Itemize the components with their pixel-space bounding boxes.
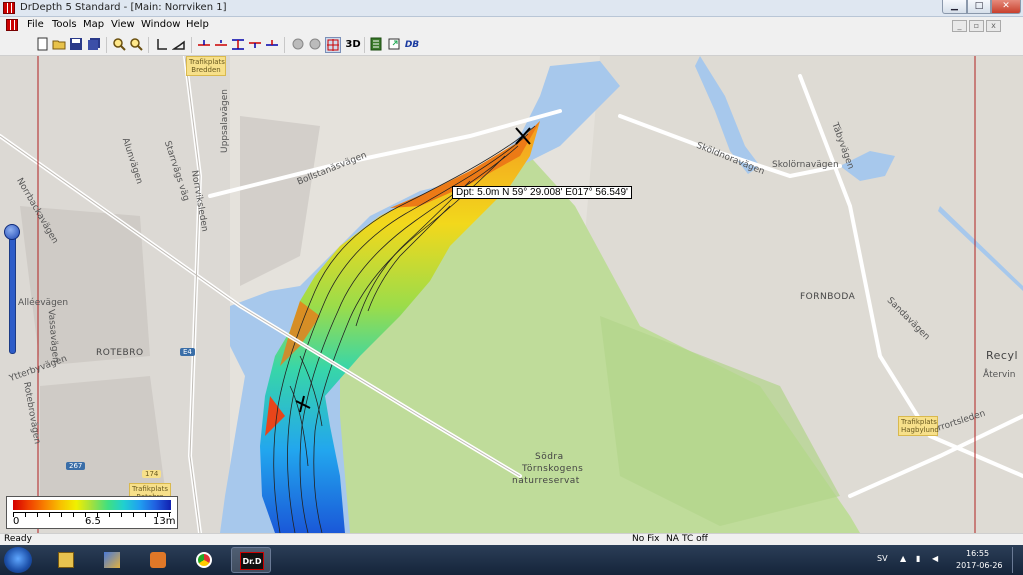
paint-icon[interactable] [92, 547, 132, 573]
globe-alt-icon[interactable] [307, 37, 323, 53]
toolbar: 3D DB [0, 34, 1023, 56]
start-button[interactable] [4, 547, 32, 573]
toolbar-separator [148, 37, 149, 53]
minimize-button[interactable]: ▁ [942, 0, 967, 14]
street-label: Uppsalavägen [220, 88, 231, 154]
network-icon[interactable]: ▮ [916, 554, 920, 563]
toolbar-separator [284, 37, 285, 53]
track-blue-icon[interactable] [264, 37, 280, 53]
new-icon[interactable] [34, 37, 50, 53]
tray-arrow-icon[interactable]: ▲ [900, 554, 906, 563]
menu-tools[interactable]: Tools [52, 19, 77, 30]
export-icon[interactable] [386, 37, 402, 53]
zoom-in-icon[interactable] [111, 37, 127, 53]
menu-window[interactable]: Window [141, 19, 180, 30]
place-label: Södra [535, 452, 564, 462]
interchange-sign: Trafikplats Hagbylund [898, 416, 939, 436]
place-label: FORNBODA [800, 292, 856, 302]
window-title: DrDepth 5 Standard - [Main: Norrviken 1] [20, 2, 227, 13]
ruler-icon[interactable] [154, 37, 170, 53]
track-down-icon[interactable] [247, 37, 263, 53]
mdi-minimize-button[interactable]: _ [952, 20, 967, 32]
zoom-out-icon[interactable] [128, 37, 144, 53]
menu-file[interactable]: File [27, 19, 44, 30]
clock-date[interactable]: 2017-06-26 [956, 561, 1003, 570]
menu-map[interactable]: Map [83, 19, 104, 30]
save-icon[interactable] [68, 37, 84, 53]
status-bar: Ready No Fix NA TC off [0, 533, 1023, 545]
street-label: Återvin [983, 370, 1016, 380]
area-icon[interactable] [171, 37, 187, 53]
table-icon[interactable] [368, 37, 384, 53]
track-up-icon[interactable] [213, 37, 229, 53]
menu-view[interactable]: View [111, 19, 135, 30]
route-shield: E4 [180, 348, 195, 356]
zoom-slider-track[interactable] [9, 236, 16, 354]
taskbar: Dr.D SV ▲ ▮ ◀ 16:55 2017-06-26 [0, 545, 1023, 575]
track-span-icon[interactable] [230, 37, 246, 53]
depth-legend: 0 6.5 13m [6, 496, 178, 529]
depth-readout-tooltip: Dpt: 5.0m N 59° 29.008' E017° 56.549' [452, 186, 632, 199]
toolbar-separator [191, 37, 192, 53]
save-all-icon[interactable] [86, 37, 102, 53]
menu-help[interactable]: Help [186, 19, 209, 30]
track-red-icon[interactable] [196, 37, 212, 53]
depth-color-scale [13, 500, 171, 510]
toolbar-separator [106, 37, 107, 53]
chrome-icon[interactable] [184, 547, 224, 573]
system-tray: SV ▲ ▮ ◀ 16:55 2017-06-26 [872, 545, 1023, 575]
status-na: NA [666, 534, 679, 544]
show-desktop-button[interactable] [1012, 547, 1022, 573]
place-label: Törnskogens [522, 464, 584, 474]
street-label: Skolörnavägen [772, 160, 839, 170]
windows-explorer-icon[interactable] [46, 547, 86, 573]
legend-max-label: 13m [153, 516, 176, 527]
application-window: DrDepth 5 Standard - [Main: Norrviken 1]… [0, 0, 1023, 575]
toolbar-separator [364, 37, 365, 53]
menu-bar: File Tools Map View Window Help [0, 17, 1023, 34]
grid-icon[interactable] [325, 37, 341, 53]
close-button[interactable]: ✕ [991, 0, 1021, 14]
legend-min-label: 0 [13, 516, 20, 527]
database-icon[interactable]: DB [404, 37, 420, 53]
street-label: Alléevägen [18, 298, 69, 308]
globe-icon[interactable] [290, 37, 306, 53]
app-icon[interactable] [3, 2, 15, 14]
status-gps-fix: No Fix [632, 534, 660, 544]
map-canvas [0, 56, 1023, 533]
volume-icon[interactable]: ◀ [932, 554, 938, 563]
title-bar[interactable]: DrDepth 5 Standard - [Main: Norrviken 1]… [0, 0, 1023, 17]
interchange-sign: Trafikplats Bredden [186, 56, 226, 76]
clock-time[interactable]: 16:55 [966, 549, 989, 558]
document-icon[interactable] [6, 19, 18, 31]
map-view[interactable]: Uppsalavägen Bollstanäsvägen Sköldnoravä… [0, 56, 1023, 533]
place-label: naturreservat [512, 476, 580, 486]
drdepth-label: Dr.D [240, 552, 264, 570]
mdi-close-button[interactable]: x [986, 20, 1001, 32]
place-label: ROTEBRO [96, 348, 144, 358]
status-tc: TC off [682, 534, 708, 544]
maximize-button[interactable]: □ [967, 0, 991, 14]
route-shield: 174 [142, 470, 162, 478]
3d-icon[interactable]: 3D [343, 37, 363, 53]
route-shield: 267 [66, 462, 86, 470]
zoom-slider-thumb[interactable] [4, 224, 20, 240]
legend-mid-label: 6.5 [85, 516, 101, 527]
place-label: Recyl [986, 349, 1019, 362]
open-icon[interactable] [51, 37, 67, 53]
mdi-restore-button[interactable]: ▫ [969, 20, 984, 32]
language-indicator[interactable]: SV [877, 554, 888, 563]
status-ready: Ready [4, 534, 32, 544]
drdepth-icon[interactable]: Dr.D [231, 547, 271, 573]
media-player-icon[interactable] [138, 547, 178, 573]
